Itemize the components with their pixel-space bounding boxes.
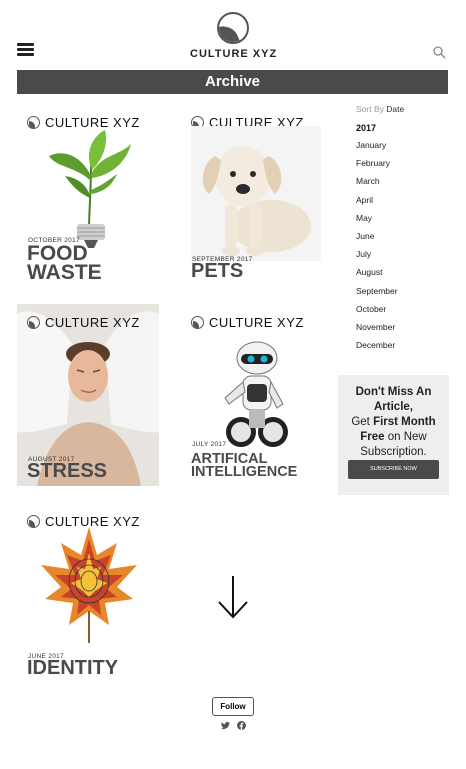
cover-brand: CULTURE XYZ (191, 315, 304, 330)
ad-text: Don't Miss An Article, Get First Month F… (351, 386, 436, 458)
year-heading[interactable]: 2017 (356, 123, 448, 133)
arrow-down-icon[interactable] (216, 574, 250, 620)
month-link-march[interactable]: March (356, 176, 448, 194)
month-link-november[interactable]: November (356, 322, 448, 340)
month-link-may[interactable]: May (356, 213, 448, 231)
logo-mark-icon (191, 316, 204, 329)
cover-pets[interactable]: CULTURE XYZ SEPTEMBER 2017 PETS (181, 104, 323, 286)
month-link-july[interactable]: July (356, 249, 448, 267)
month-link-february[interactable]: February (356, 158, 448, 176)
logo-mark-icon (27, 116, 40, 129)
cover-identity[interactable]: CULTURE XYZ JUNE 2017 IDENTITY (17, 503, 167, 685)
cover-stress[interactable]: CULTURE XYZ AUGUST 2017 STRESS (17, 304, 159, 486)
cover-brand: CULTURE XYZ (27, 315, 140, 330)
follow-button[interactable]: Follow (212, 697, 254, 716)
hamburger-menu-icon[interactable] (17, 43, 34, 56)
logo-text: CULTURE XYZ (190, 48, 278, 60)
subscribe-now-button[interactable]: SUBSCRIBE NOW (348, 460, 439, 479)
cover-artificial-intelligence[interactable]: CULTURE XYZ JULY 2017 ARTIFICAL INTELLIG… (181, 304, 323, 486)
social-links (221, 721, 246, 730)
robot-image (224, 341, 288, 447)
cover-food-waste[interactable]: CULTURE XYZ OCTOBER 2017 FOOD WASTE (17, 104, 159, 286)
facebook-icon[interactable] (237, 721, 246, 730)
month-link-december[interactable]: December (356, 340, 448, 358)
sort-by-control[interactable]: Sort By Date (356, 104, 448, 114)
twitter-icon[interactable] (221, 721, 230, 730)
subscription-ad: Don't Miss An Article, Get First Month F… (338, 375, 449, 495)
month-link-august[interactable]: August (356, 267, 448, 285)
archive-banner: Archive (17, 70, 448, 94)
puppy-image (191, 126, 321, 261)
lightbulb-plant-image (49, 130, 131, 248)
month-link-october[interactable]: October (356, 304, 448, 322)
month-link-june[interactable]: June (356, 231, 448, 249)
month-link-september[interactable]: September (356, 286, 448, 304)
search-icon[interactable] (433, 46, 446, 59)
logo-mark-icon (27, 316, 40, 329)
month-link-january[interactable]: January (356, 140, 448, 158)
logo-mark-icon (217, 12, 249, 44)
fingerprint-leaf-image (41, 527, 137, 643)
site-logo[interactable]: CULTURE XYZ (190, 12, 276, 60)
month-link-april[interactable]: April (356, 195, 448, 213)
archive-sidebar: Sort By Date 2017 January February March… (356, 104, 448, 358)
